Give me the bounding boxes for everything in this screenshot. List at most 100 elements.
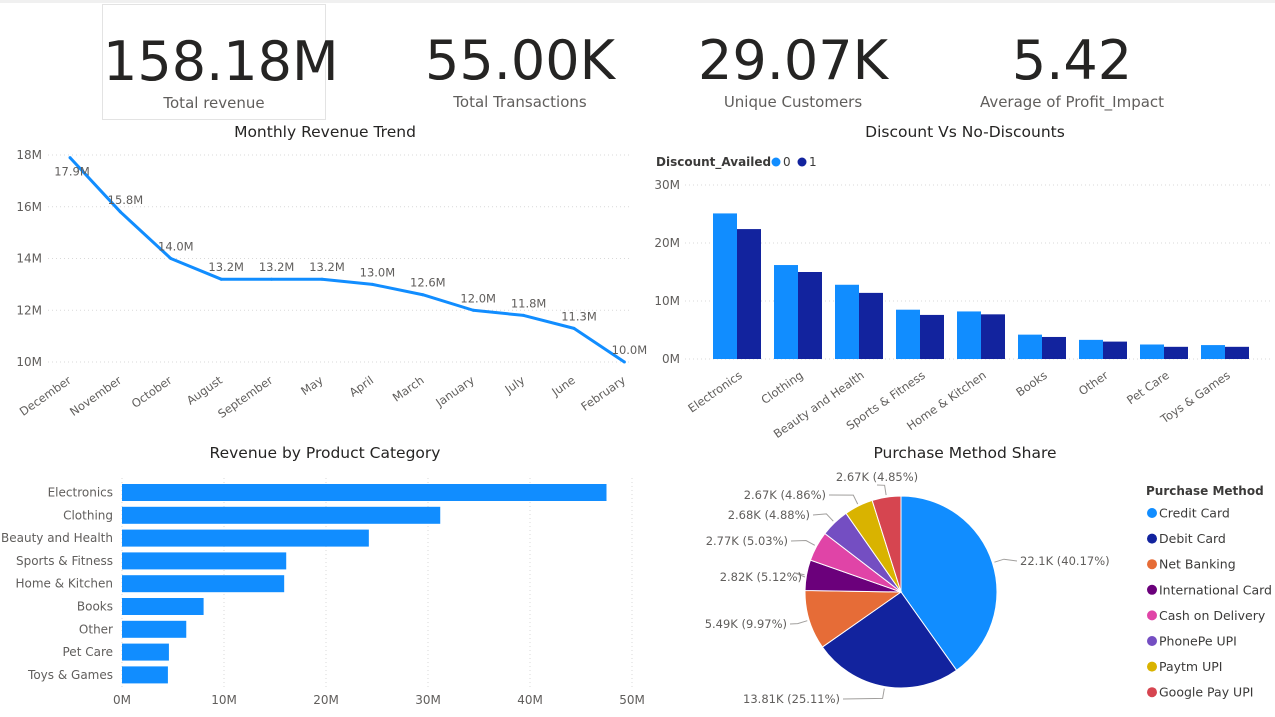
data-label: 2.77K (5.03%) <box>706 534 788 548</box>
x-tick-label: February <box>578 373 628 414</box>
data-point <box>522 313 526 317</box>
y-tick-label: Toys & Games <box>27 668 113 682</box>
bar <box>737 229 761 359</box>
data-point <box>270 277 274 281</box>
y-tick-label: Clothing <box>63 508 113 522</box>
legend-marker <box>771 157 781 167</box>
x-tick-label: July <box>502 373 528 397</box>
x-tick-label: November <box>67 373 124 419</box>
bar <box>774 265 798 359</box>
data-label: 5.49K (9.97%) <box>705 617 787 631</box>
kpi-card-total-transactions[interactable]: 55.00K Total Transactions <box>405 4 635 120</box>
bar <box>122 620 187 638</box>
y-tick-label: 16M <box>16 200 42 214</box>
legend-marker <box>1147 610 1157 621</box>
data-point <box>169 257 173 260</box>
x-tick-label: 50M <box>619 693 645 707</box>
data-label: 13.0M <box>360 265 396 279</box>
bar <box>798 272 822 359</box>
bar <box>122 598 204 615</box>
bar <box>122 666 168 684</box>
leader-line <box>790 539 816 546</box>
bar <box>957 311 981 359</box>
kpi-card-average-profit-impact[interactable]: 5.42 Average of Profit_Impact <box>958 4 1186 120</box>
data-label: 2.67K (4.86%) <box>744 488 826 502</box>
x-tick-label: 40M <box>517 693 543 707</box>
x-tick-label: January <box>432 373 477 410</box>
data-label: 2.82K (5.12%) <box>720 570 802 584</box>
y-tick-label: 20M <box>654 236 680 250</box>
data-point <box>622 360 626 364</box>
y-tick-label: 12M <box>16 303 42 317</box>
legend-label: International Card <box>1159 582 1272 597</box>
purchase-method-pie-chart[interactable]: 22.1K (40.17%) 13.81K (25.11%) 5.49K (9.97… <box>650 460 1275 717</box>
data-label: 17.9M <box>54 165 90 179</box>
y-tick-label: Beauty and Health <box>1 531 113 545</box>
discount-bar-chart[interactable]: Discount_Availed 0 10M10M20M30MElectronics… <box>640 140 1275 441</box>
kpi-value: 29.07K <box>697 29 888 92</box>
y-tick-label: Books <box>77 600 113 614</box>
bar <box>835 284 859 359</box>
x-tick-label: Books <box>1013 368 1049 399</box>
leader-line <box>812 513 834 522</box>
legend-marker <box>1147 636 1157 646</box>
kpi-label: Unique Customers <box>723 93 863 111</box>
kpi-value: 55.00K <box>424 29 615 92</box>
leader-line <box>828 494 859 505</box>
x-tick-label: 0M <box>113 693 131 707</box>
bar <box>122 529 369 547</box>
x-tick-label: Other <box>1076 368 1111 398</box>
data-point <box>572 326 576 330</box>
legend-label: Net Banking <box>1159 557 1236 572</box>
leader-line <box>842 688 885 700</box>
bar <box>122 484 607 501</box>
line-chart-title: Monthly Revenue Trend <box>234 123 416 141</box>
y-tick-label: 14M <box>16 252 42 266</box>
kpi-card-total-revenue[interactable]: 158.18M Total revenue <box>102 4 339 120</box>
legend-title: Discount_Availed <box>656 155 771 170</box>
kpi-value: 158.18M <box>103 30 339 93</box>
discount-chart-title: Discount Vs No-Discounts <box>865 123 1065 141</box>
data-label: 13.2M <box>259 260 295 274</box>
x-tick-label: September <box>215 373 275 421</box>
y-tick-label: Pet Care <box>63 645 114 659</box>
data-point <box>370 282 374 286</box>
leader-line <box>789 620 808 625</box>
bar <box>122 506 441 524</box>
bar <box>122 575 285 593</box>
data-label: 13.81K (25.11%) <box>743 692 840 706</box>
x-tick-label: 30M <box>415 693 441 707</box>
data-label: 14.0M <box>158 240 194 254</box>
x-tick-label: Pet Care <box>1124 368 1172 407</box>
data-label: 12.6M <box>410 276 446 290</box>
category-bar-chart[interactable]: 0M 10M 20M 30M 40M 50M Electronics Clothing Beau… <box>0 470 650 717</box>
leader-line <box>994 558 1018 563</box>
bar <box>920 314 944 359</box>
bar <box>1018 334 1042 359</box>
kpi-card-unique-customers[interactable]: 29.07K Unique Customers <box>678 4 908 120</box>
bar <box>1201 345 1225 359</box>
bar <box>713 213 737 359</box>
x-tick-label: December <box>17 373 74 419</box>
y-tick-label: Other <box>79 622 113 636</box>
bar <box>122 643 169 661</box>
kpi-label: Total Transactions <box>453 93 587 111</box>
x-tick-label: April <box>347 373 377 400</box>
kpi-label: Total revenue <box>163 94 265 112</box>
monthly-revenue-line-chart[interactable]: 10M 12M 14M 16M 18M 17.9M 15.8M 14.0M 13.2M 13.2M… <box>0 140 647 421</box>
y-tick-label: Electronics <box>48 486 113 500</box>
legend-label: Paytm UPI <box>1159 659 1222 674</box>
y-tick-label: 0M <box>662 352 680 366</box>
data-label: 11.8M <box>511 296 547 310</box>
revenue-line <box>68 156 626 364</box>
bar <box>1103 341 1127 359</box>
data-point <box>219 277 223 281</box>
x-tick-label: June <box>548 373 577 399</box>
data-point <box>68 156 72 160</box>
data-label: 11.3M <box>561 309 597 323</box>
legend-title: Purchase Method <box>1146 484 1264 498</box>
data-point <box>320 277 324 281</box>
bar <box>1225 346 1249 359</box>
legend-label: Google Pay UPI <box>1159 685 1253 700</box>
legend-marker <box>1147 687 1157 698</box>
